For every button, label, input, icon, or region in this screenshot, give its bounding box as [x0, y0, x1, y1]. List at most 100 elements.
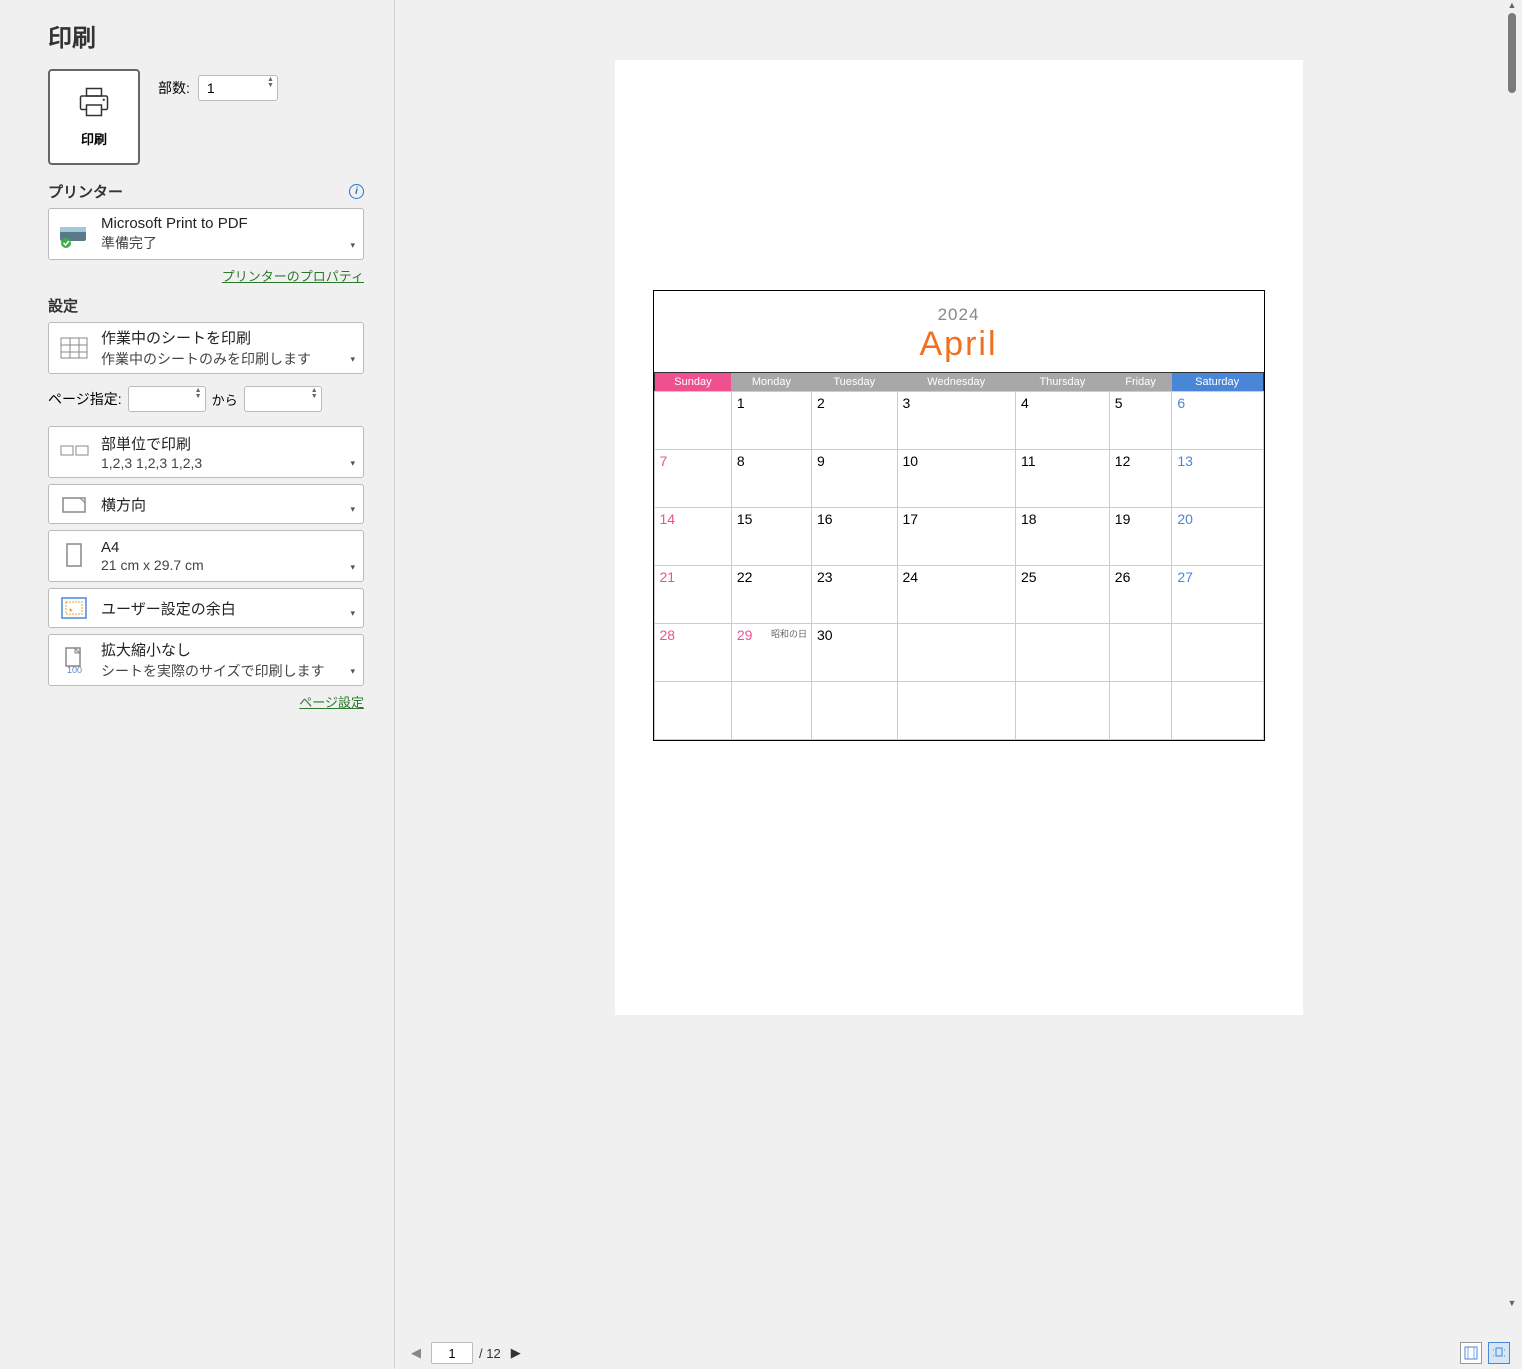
calendar-cell: 22	[731, 566, 811, 624]
page-setup-link[interactable]: ページ設定	[48, 692, 364, 711]
printer-section-head: プリンター	[48, 181, 123, 202]
calendar-dow: Sunday	[654, 373, 731, 392]
copies-input[interactable]	[198, 75, 278, 101]
print-sidebar: 印刷 印刷 部数: ▲▼ プリンター i	[0, 0, 395, 1369]
chevron-down-icon: ▾	[350, 608, 355, 619]
current-page-input[interactable]	[431, 1342, 473, 1364]
zoom-to-page-button[interactable]	[1488, 1342, 1510, 1364]
calendar-cell: 12	[1109, 450, 1172, 508]
vertical-scrollbar[interactable]: ▲ ▼	[1506, 0, 1518, 1311]
calendar-cell: 24	[897, 566, 1015, 624]
preview-scroll[interactable]: 2024 April SundayMondayTuesdayWednesdayT…	[395, 0, 1522, 1337]
scroll-down-icon[interactable]: ▼	[1508, 1298, 1517, 1311]
copies-spinner-arrows[interactable]: ▲▼	[267, 77, 274, 89]
next-page-button[interactable]: ▶	[507, 1343, 525, 1363]
page-title: 印刷	[48, 18, 364, 53]
calendar-cell: 23	[811, 566, 897, 624]
calendar-dow: Friday	[1109, 373, 1172, 392]
printer-device-icon	[57, 220, 91, 248]
calendar-cell: 3	[897, 392, 1015, 450]
page-nav-bar: ◀ / 12 ▶	[395, 1337, 1522, 1369]
info-icon[interactable]: i	[349, 184, 364, 199]
calendar-cell: 25	[1015, 566, 1109, 624]
calendar-cell: 30	[811, 624, 897, 682]
calendar-cell: 2	[811, 392, 897, 450]
settings-section-head: 設定	[48, 295, 78, 316]
calendar-cell	[1172, 682, 1263, 740]
spinner-arrows[interactable]: ▲▼	[195, 388, 202, 400]
calendar-cell: 21	[654, 566, 731, 624]
calendar-dow: Thursday	[1015, 373, 1109, 392]
calendar-cell	[731, 682, 811, 740]
calendar-cell: 6	[1172, 392, 1263, 450]
copies-label: 部数:	[158, 78, 190, 98]
printer-status: 準備完了	[101, 233, 340, 253]
spinner-arrows[interactable]: ▲▼	[311, 388, 318, 400]
scaling-dropdown[interactable]: 100 拡大縮小なし シートを実際のサイズで印刷します ▾	[48, 634, 364, 686]
calendar-cell: 5	[1109, 392, 1172, 450]
scale-icon: 100	[57, 646, 91, 674]
chevron-down-icon: ▾	[350, 458, 355, 469]
scroll-up-icon[interactable]: ▲	[1508, 0, 1517, 13]
print-button[interactable]: 印刷	[48, 69, 140, 165]
calendar-cell	[1172, 624, 1263, 682]
printer-properties-link[interactable]: プリンターのプロパティ	[48, 266, 364, 285]
calendar-cell: 15	[731, 508, 811, 566]
calendar-cell	[897, 682, 1015, 740]
calendar-cell: 11	[1015, 450, 1109, 508]
calendar-table: SundayMondayTuesdayWednesdayThursdayFrid…	[654, 372, 1264, 740]
calendar-cell: 4	[1015, 392, 1109, 450]
calendar-cell	[654, 392, 731, 450]
chevron-down-icon: ▾	[350, 504, 355, 515]
page-range-label: ページ指定:	[48, 389, 122, 409]
margins-icon: ★	[57, 596, 91, 620]
page-range-sep: から	[212, 390, 238, 409]
svg-text:100: 100	[67, 665, 82, 674]
collate-dropdown[interactable]: 部単位で印刷 1,2,3 1,2,3 1,2,3 ▾	[48, 426, 364, 478]
calendar-cell	[1109, 624, 1172, 682]
landscape-icon	[57, 493, 91, 515]
calendar-cell: 27	[1172, 566, 1263, 624]
calendar-cell: 8	[731, 450, 811, 508]
show-margins-button[interactable]	[1460, 1342, 1482, 1364]
calendar-dow: Wednesday	[897, 373, 1015, 392]
calendar-cell: 13	[1172, 450, 1263, 508]
calendar-cell: 7	[654, 450, 731, 508]
calendar-cell: 10	[897, 450, 1015, 508]
calendar-cell: 14	[654, 508, 731, 566]
calendar-dow: Saturday	[1172, 373, 1263, 392]
calendar-dow: Tuesday	[811, 373, 897, 392]
calendar-cell	[811, 682, 897, 740]
calendar-cell: 19	[1109, 508, 1172, 566]
calendar-cell: 29昭和の日	[731, 624, 811, 682]
chevron-down-icon: ▾	[350, 354, 355, 365]
printer-dropdown[interactable]: Microsoft Print to PDF 準備完了 ▾	[48, 208, 364, 260]
grid-icon	[57, 337, 91, 359]
calendar-cell: 16	[811, 508, 897, 566]
preview-page: 2024 April SundayMondayTuesdayWednesdayT…	[615, 60, 1303, 1015]
printer-icon	[76, 86, 112, 121]
calendar-cell	[1015, 682, 1109, 740]
margins-dropdown[interactable]: ★ ユーザー設定の余白 ▾	[48, 588, 364, 628]
calendar-cell: 20	[1172, 508, 1263, 566]
calendar-cell	[1015, 624, 1109, 682]
calendar-month: April	[654, 325, 1264, 364]
collate-icon	[57, 442, 91, 462]
chevron-down-icon: ▾	[350, 240, 355, 251]
calendar-cell	[654, 682, 731, 740]
print-button-label: 印刷	[81, 129, 107, 148]
calendar-cell: 9	[811, 450, 897, 508]
calendar-year: 2024	[654, 305, 1264, 325]
calendar-cell: 18	[1015, 508, 1109, 566]
calendar-cell: 28	[654, 624, 731, 682]
chevron-down-icon: ▾	[350, 562, 355, 573]
chevron-down-icon: ▾	[350, 666, 355, 677]
print-what-dropdown[interactable]: 作業中のシートを印刷 作業中のシートのみを印刷します ▾	[48, 322, 364, 374]
paper-dropdown[interactable]: A4 21 cm x 29.7 cm ▾	[48, 530, 364, 582]
scroll-thumb[interactable]	[1508, 13, 1516, 93]
prev-page-button[interactable]: ◀	[407, 1343, 425, 1363]
calendar-cell	[897, 624, 1015, 682]
calendar-cell: 1	[731, 392, 811, 450]
page-icon	[57, 542, 91, 570]
orientation-dropdown[interactable]: 横方向 ▾	[48, 484, 364, 524]
